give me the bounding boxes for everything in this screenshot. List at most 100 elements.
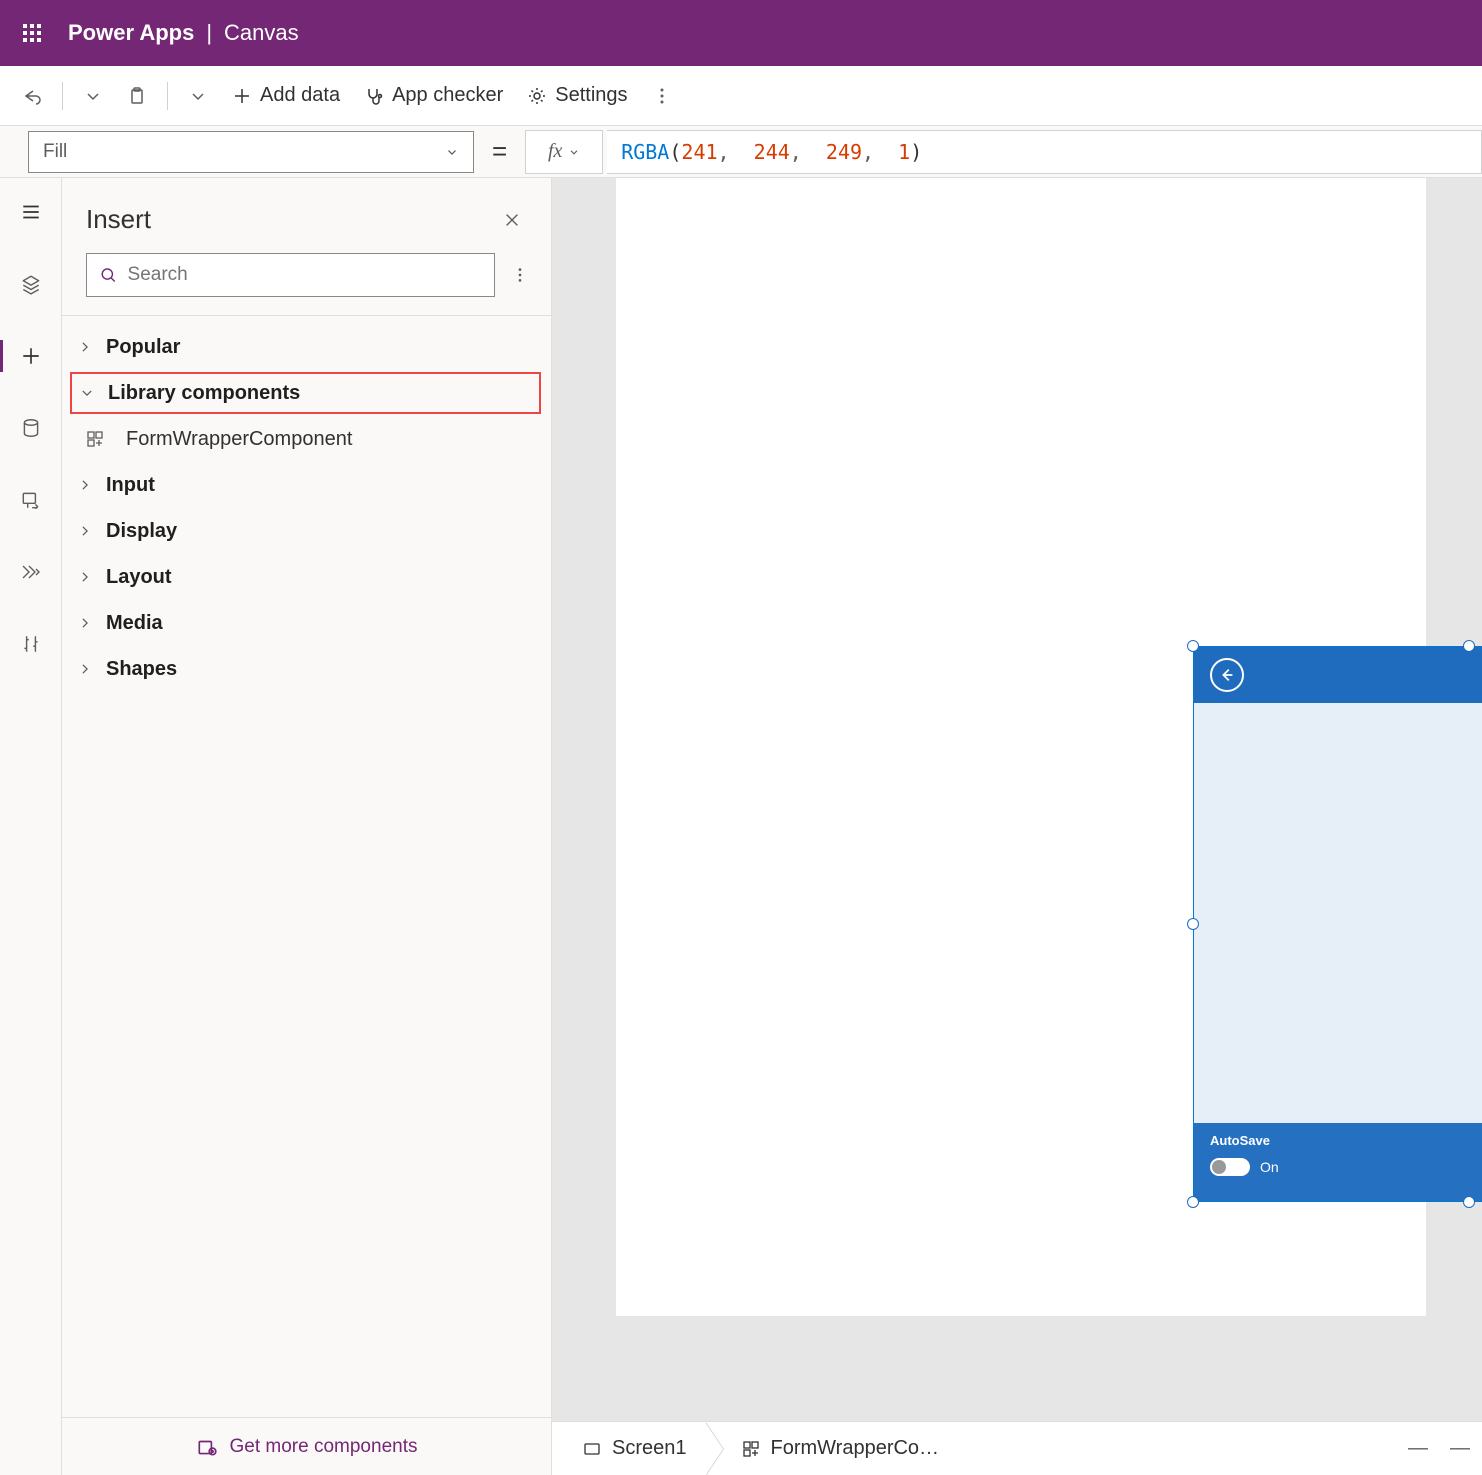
app-checker-button[interactable]: App checker [354,78,513,113]
category-popular[interactable]: Popular [62,324,551,370]
add-data-label: Add data [260,84,340,107]
plus-icon [232,86,252,106]
category-label: Display [106,520,177,543]
component-icon [84,428,106,450]
component-footer: AutoSave On Created Date [1194,1123,1482,1201]
selected-component[interactable]: Cancel Submit AutoSave On Created Date [1193,646,1482,1202]
get-more-components-link[interactable]: Get more components [62,1417,551,1475]
back-button[interactable] [1210,658,1244,692]
autosave-label: AutoSave [1210,1133,1453,1148]
component-icon [741,1439,761,1459]
app-launcher-button[interactable] [16,17,48,49]
undo-icon [22,86,42,106]
chevron-right-icon [76,338,94,356]
canvas-area[interactable]: Cancel Submit AutoSave On Created Date [552,178,1482,1475]
rail-tools-button[interactable] [11,624,51,664]
category-display[interactable]: Display [62,508,551,554]
toolbar-overflow-button[interactable] [642,80,682,112]
category-label: Media [106,612,163,635]
app-checker-label: App checker [392,84,503,107]
insert-panel-title: Insert [86,204,151,235]
autosave-toggle[interactable] [1210,1158,1250,1176]
insert-more-button[interactable] [507,262,533,288]
category-label: Shapes [106,658,177,681]
highlighted-category: Library components [70,372,541,414]
gear-icon [527,86,547,106]
rail-media-button[interactable] [11,480,51,520]
form-wrapper-component: Cancel Submit AutoSave On Created Date [1193,646,1482,1202]
stethoscope-icon [364,86,384,106]
hamburger-icon [20,201,42,223]
paste-button[interactable] [117,80,157,112]
rail-tree-button[interactable] [11,264,51,304]
toolbar-separator [62,82,63,110]
category-media[interactable]: Media [62,600,551,646]
footer-link-label: Get more components [230,1436,418,1458]
chevron-right-icon [76,522,94,540]
resize-handle[interactable] [1187,640,1199,652]
zoom-out-button[interactable]: — [1408,1437,1428,1460]
command-toolbar: Add data App checker Settings [0,66,1482,126]
insert-search-input[interactable] [128,264,482,286]
section-name: Canvas [224,20,299,46]
rail-flows-button[interactable] [11,552,51,592]
chevron-down-icon [445,145,459,159]
rail-data-button[interactable] [11,408,51,448]
add-data-button[interactable]: Add data [222,78,350,113]
insert-search-box[interactable] [86,253,495,297]
undo-dropdown[interactable] [73,80,113,112]
formula-input[interactable]: RGBA(241, 244, 249, 1) [607,130,1482,174]
resize-handle[interactable] [1463,640,1475,652]
chevron-right-icon [76,614,94,632]
rail-insert-button[interactable] [11,336,51,376]
plus-icon [20,345,42,367]
chevron-right-icon [76,568,94,586]
canvas-page [616,178,1426,498]
screen-icon [582,1439,602,1459]
category-shapes[interactable]: Shapes [62,646,551,692]
breadcrumb-label: FormWrapperCo… [771,1437,940,1460]
breadcrumb-label: Screen1 [612,1437,687,1460]
main-area: Insert Popular [0,178,1482,1475]
category-layout[interactable]: Layout [62,554,551,600]
flow-icon [19,560,43,584]
formula-bar: Fill = fx RGBA(241, 244, 249, 1) [0,126,1482,178]
settings-label: Settings [555,84,627,107]
insert-panel: Insert Popular [62,178,552,1475]
header-separator: | [206,20,212,46]
insert-panel-close-button[interactable] [497,205,527,235]
more-vertical-icon [511,266,529,284]
toggle-text: On [1260,1159,1279,1175]
resize-handle[interactable] [1463,1196,1475,1208]
chevron-right-icon [76,476,94,494]
rail-hamburger-button[interactable] [11,192,51,232]
arrow-left-icon [1218,666,1236,684]
settings-button[interactable]: Settings [517,78,637,113]
app-header: Power Apps | Canvas [0,0,1482,66]
clipboard-icon [127,86,147,106]
category-label: Library components [108,382,300,405]
undo-button[interactable] [12,80,52,112]
property-selector[interactable]: Fill [28,131,474,173]
property-name: Fill [43,141,67,163]
media-icon [20,489,42,511]
breadcrumb-separator [705,1422,723,1475]
resize-handle[interactable] [1187,918,1199,930]
toolbar-separator [167,82,168,110]
tools-icon [20,633,42,655]
fx-button[interactable]: fx [525,130,603,174]
category-library-components[interactable]: Library components [72,376,531,410]
breadcrumb-component[interactable]: FormWrapperCo… [723,1422,958,1475]
paste-dropdown[interactable] [178,80,218,112]
tree-item-formwrapper[interactable]: FormWrapperComponent [62,416,551,462]
component-body: Cancel Submit [1194,703,1482,1123]
resize-handle[interactable] [1187,1196,1199,1208]
component-topbar [1194,647,1482,703]
insert-tree: Popular Library components FormWrapperCo… [62,316,551,700]
breadcrumb-screen[interactable]: Screen1 [564,1422,705,1475]
chevron-down-icon [83,86,103,106]
category-input[interactable]: Input [62,462,551,508]
left-rail [0,178,62,1475]
zoom-in-button[interactable]: — [1450,1437,1470,1460]
search-icon [99,265,118,285]
